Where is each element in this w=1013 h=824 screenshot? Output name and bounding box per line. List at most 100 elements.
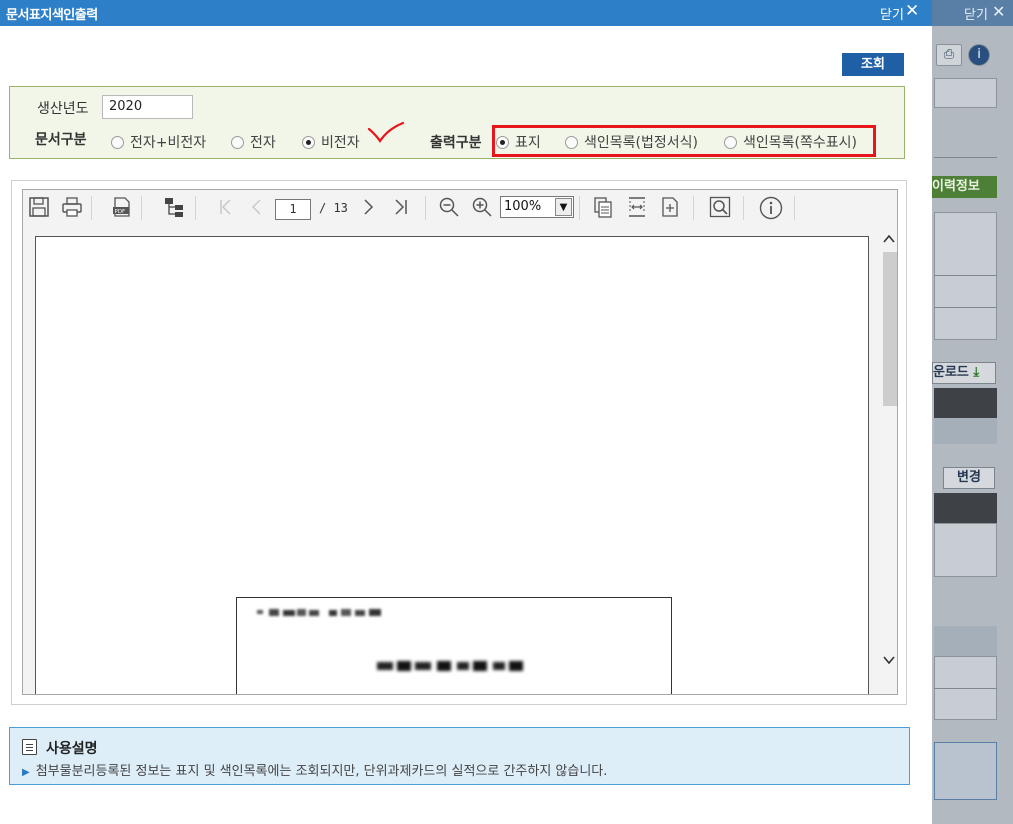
background-titlebar: 닫기 ✕ [932,0,1013,26]
modal-title: 문서표지색인출력 [6,8,98,23]
last-page-icon[interactable] [389,196,413,220]
svg-text:PDF: PDF [115,209,126,215]
background-divider [934,275,997,276]
radio-icon[interactable] [231,135,244,149]
background-download-label: 운로드 [933,365,969,380]
doc-type-label: 문서구분 [35,132,87,148]
toolbar-divider [91,196,92,220]
cover-form-box [236,597,672,694]
background-field [934,78,997,108]
doc-type-option-label: 전자+비전자 [130,135,207,151]
info-circle-icon[interactable] [759,196,783,220]
background-divider [934,688,997,689]
info-circle-icon: i [968,44,990,66]
toolbar-divider [693,196,694,220]
scroll-up-icon[interactable] [881,232,897,248]
vertical-scrollbar[interactable] [881,226,897,694]
background-dark-row [934,388,997,418]
toolbar-divider [195,196,196,220]
print-icon: ⎙ [936,44,962,66]
close-icon[interactable]: ✕ [905,1,919,21]
doc-type-option-label: 비전자 [321,135,360,151]
radio-icon[interactable] [111,135,124,149]
zoom-value: 100% [504,199,542,214]
report-page [35,236,869,694]
background-tab-history: 이력정보 [932,176,997,198]
previous-page-icon[interactable] [245,196,269,220]
zoom-out-icon[interactable] [437,196,461,220]
bullet-triangle-icon: ▶ [22,767,30,778]
background-divider [934,307,997,308]
background-dark-row [934,493,997,523]
page-total: / 13 [319,201,348,215]
scrollbar-thumb[interactable] [883,252,897,406]
first-page-icon[interactable] [213,196,237,220]
doc-type-option-all[interactable]: 전자+비전자 [111,132,206,152]
background-close-label: 닫기 [964,8,988,23]
doc-type-option-electronic[interactable]: 전자 [231,132,276,152]
toolbar-divider [579,196,580,220]
modal-titlebar: 문서표지색인출력 닫기 ✕ [0,0,932,26]
usage-guide: 사용설명 ▶ 첨부물분리등록된 정보는 표지 및 색인목록에는 조회되지만, 단위… [9,727,910,785]
toolbar-divider [743,196,744,220]
pdf-export-icon[interactable]: PDF [110,196,134,220]
output-type-label: 출력구분 [430,135,482,151]
notepad-icon [22,739,37,755]
fit-page-icon[interactable] [591,196,615,220]
report-viewer: PDF 1 / 13 100% ▼ [11,180,907,705]
output-type-option-cover[interactable]: 표지 [496,132,541,152]
output-type-option-label: 색인목록(쪽수표시) [743,135,857,151]
usage-guide-title: 사용설명 [46,741,98,757]
filter-panel: 생산년도 2020 문서구분 전자+비전자 전자 비전자 출력구분 표지 색인목… [9,86,905,159]
handwritten-check-icon [367,121,405,143]
background-change-button: 변경 [943,467,995,489]
next-page-icon[interactable] [356,196,380,220]
output-type-option-label: 색인목록(법정서식) [584,135,698,151]
document-cover-index-modal: 문서표지색인출력 닫기 ✕ 조회 생산년도 2020 문서구분 전자+비전자 전… [0,0,932,824]
toolbar-divider [141,196,142,220]
fit-height-icon[interactable] [625,196,649,220]
blurred-text [257,609,381,616]
chevron-down-icon[interactable]: ▼ [555,198,572,216]
viewer-toolbar: PDF 1 / 13 100% ▼ [23,190,897,226]
background-info-box [934,742,997,800]
print-icon[interactable] [60,196,84,220]
blurred-title [377,661,523,671]
output-type-option-index-legal[interactable]: 색인목록(법정서식) [565,132,698,152]
radio-icon[interactable] [565,135,578,149]
page-number-input[interactable]: 1 [275,199,311,220]
toolbar-divider [425,196,426,220]
year-input[interactable]: 2020 [102,95,193,119]
background-panel [934,523,997,577]
download-icon: ⤓ [973,365,980,380]
background-divider [934,157,997,158]
toolbar-divider [794,196,795,220]
background-light-row [934,418,997,444]
report-page-area[interactable] [23,226,881,694]
year-label: 생산년도 [37,101,89,117]
background-light-row [934,626,997,656]
radio-selected-icon[interactable] [302,135,315,149]
background-download-button: 운로드 ⤓ [932,362,996,384]
background-window: 닫기 ✕ ⎙ i 이력정보 운로드 ⤓ 변경 [932,0,1013,824]
save-icon[interactable] [27,196,51,220]
output-type-option-label: 표지 [515,135,541,151]
radio-icon[interactable] [724,135,737,149]
zoom-in-icon[interactable] [470,196,494,220]
doc-type-option-non-electronic[interactable]: 비전자 [302,132,360,152]
viewer-frame: PDF 1 / 13 100% ▼ [22,189,898,695]
usage-guide-text: 첨부물분리등록된 정보는 표지 및 색인목록에는 조회되지만, 단위과제카드의 … [35,764,608,779]
output-type-option-index-page[interactable]: 색인목록(쪽수표시) [724,132,857,152]
zoom-select[interactable]: 100% ▼ [500,196,574,218]
radio-selected-icon[interactable] [496,135,509,149]
close-label[interactable]: 닫기 [880,4,904,23]
fit-width-icon[interactable] [658,196,682,220]
background-panel [934,212,997,340]
search-button[interactable]: 조회 [842,53,904,76]
doc-type-option-label: 전자 [250,135,276,151]
document-tree-icon[interactable] [162,196,186,220]
usage-guide-text-row: ▶ 첨부물분리등록된 정보는 표지 및 색인목록에는 조회되지만, 단위과제카드의… [22,760,607,779]
search-icon[interactable] [708,196,732,220]
background-close-icon: ✕ [992,2,1006,21]
scroll-down-icon[interactable] [881,653,897,669]
